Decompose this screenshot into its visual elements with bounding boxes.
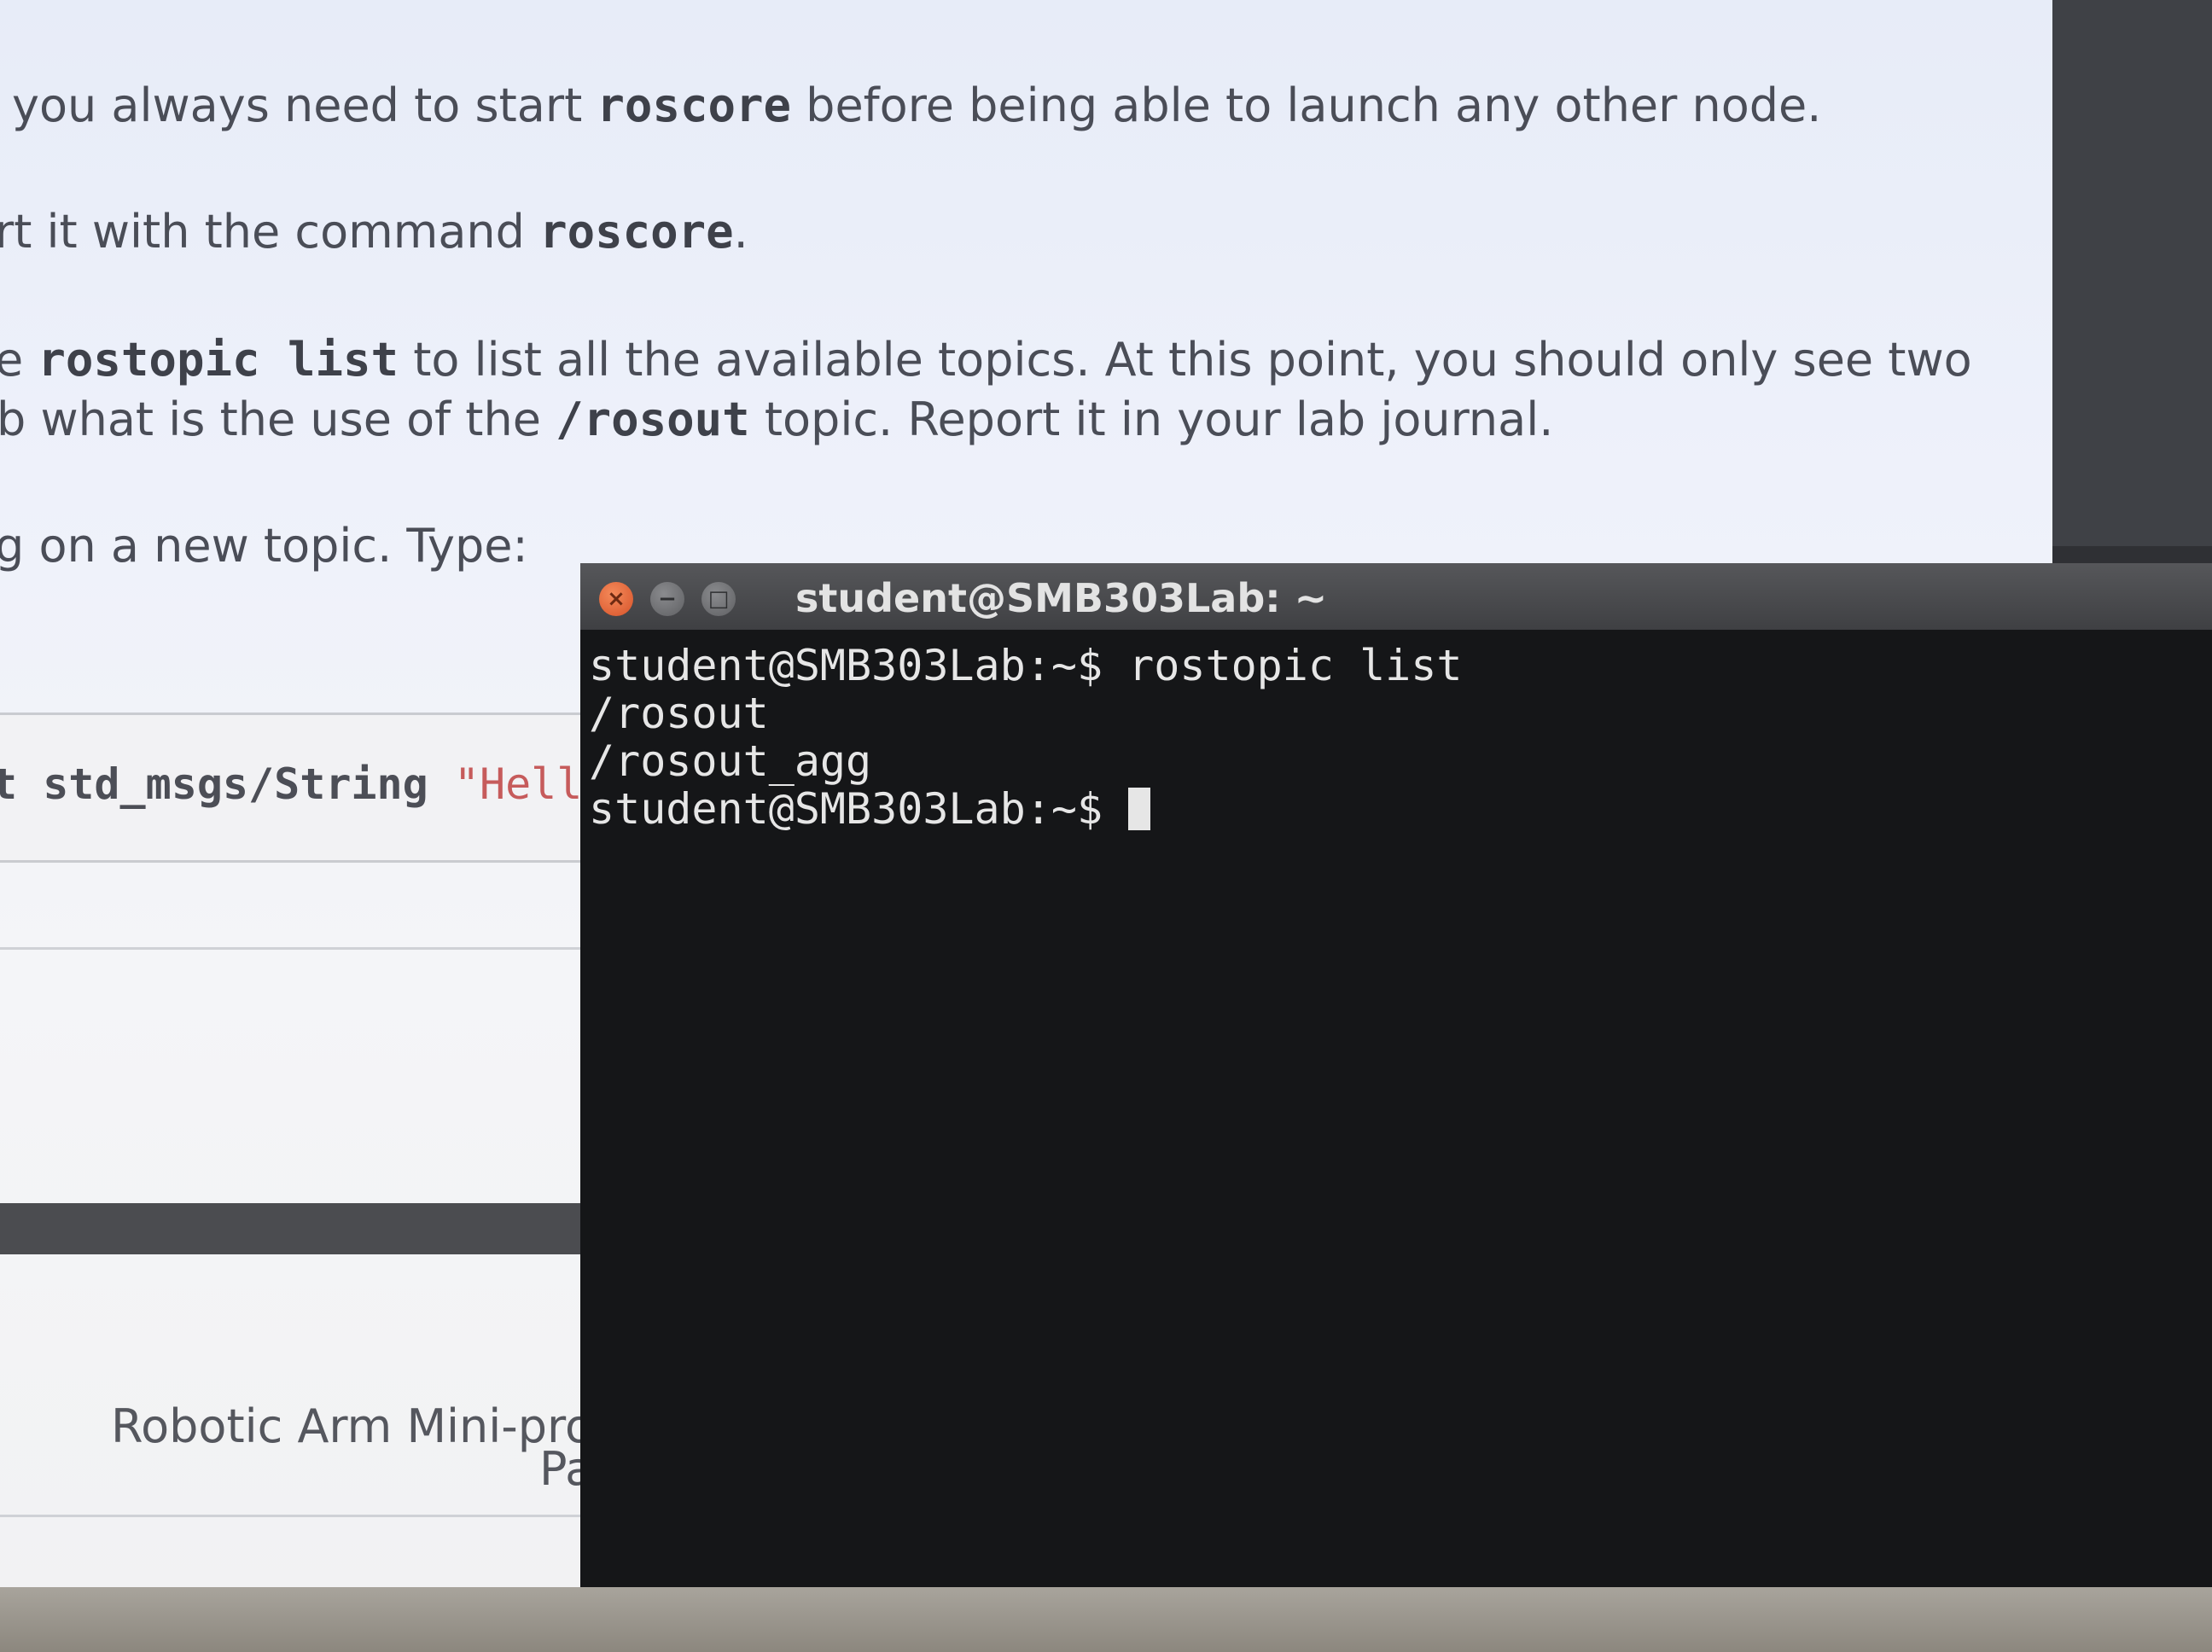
doc-paragraph-new-topic: g on a new topic. Type: (0, 519, 528, 573)
close-icon[interactable]: × (599, 582, 633, 616)
page-break (0, 1203, 614, 1254)
doc-paragraph-rosout-topic: b what is the use of the /rosout topic. … (0, 393, 1554, 446)
terminal-line-output: /rosout (589, 689, 769, 738)
code-block-text: t std_msgs/String "Hello (0, 759, 608, 809)
inline-code-rostopic-list: rostopic list (38, 333, 399, 387)
terminal-window[interactable]: × − □ student@SMB303Lab: ~ student@SMB30… (580, 563, 2212, 1587)
monitor-screen: you always need to start roscore before … (0, 0, 2212, 1652)
terminal-output[interactable]: student@SMB303Lab:~$ rostopic list /roso… (589, 642, 1463, 833)
minimize-icon[interactable]: − (650, 582, 684, 616)
footer-divider (0, 1515, 614, 1517)
terminal-titlebar[interactable]: × − □ student@SMB303Lab: ~ (580, 563, 2212, 630)
desktop-background (2052, 0, 2212, 546)
maximize-icon[interactable]: □ (701, 582, 736, 616)
terminal-title: student@SMB303Lab: ~ (795, 575, 1328, 621)
doc-paragraph-rostopic-list: e rostopic list to list all the availabl… (0, 333, 1972, 387)
terminal-line-command: student@SMB303Lab:~$ rostopic list (589, 641, 1463, 690)
inline-code-roscore: roscore (597, 79, 791, 132)
terminal-line-output: /rosout_agg (589, 736, 872, 786)
doc-paragraph-start-roscore: rt it with the command roscore. (0, 205, 748, 259)
doc-paragraph-roscore-required: you always need to start roscore before … (12, 79, 1822, 132)
terminal-cursor (1128, 788, 1151, 830)
doc-divider (0, 947, 614, 950)
inline-code-rosout: /rosout (556, 393, 750, 446)
terminal-line-prompt[interactable]: student@SMB303Lab:~$ (589, 785, 1463, 833)
monitor-bezel (0, 1587, 2212, 1652)
terminal-prompt-text: student@SMB303Lab:~$ (589, 784, 1129, 834)
inline-code-roscore-command: roscore (539, 205, 734, 259)
